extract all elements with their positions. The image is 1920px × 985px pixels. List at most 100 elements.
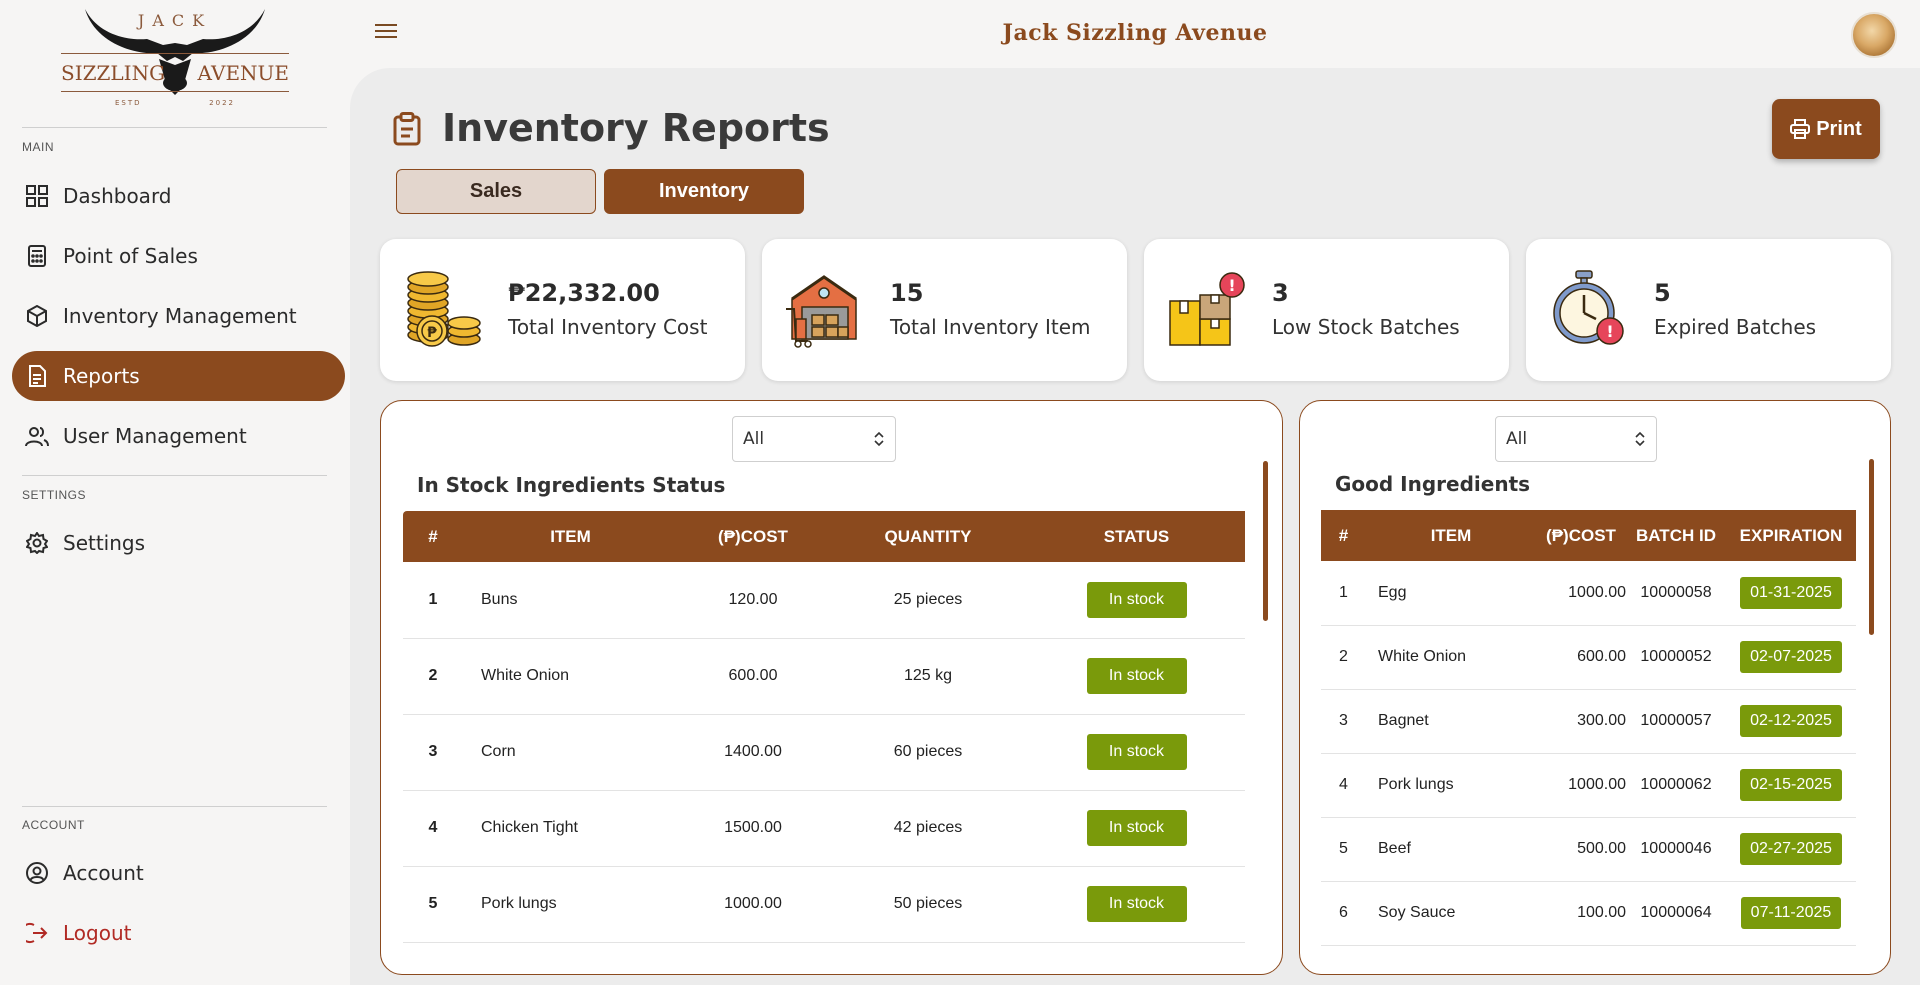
sidebar-item-label: Logout — [63, 921, 132, 945]
column-header[interactable]: QUANTITY — [828, 511, 1028, 562]
logo-left-text: SIZZLING — [61, 61, 166, 85]
sidebar-item-dashboard[interactable]: Dashboard — [12, 171, 345, 221]
batch-id: 10000064 — [1626, 881, 1726, 946]
batch-id: 10000058 — [1626, 561, 1726, 626]
print-button[interactable]: Print — [1772, 99, 1880, 159]
sidebar-item-point-of-sales[interactable]: Point of Sales — [12, 231, 345, 281]
item-name: White Onion — [1366, 625, 1536, 690]
expiration-badge: 02-12-2025 — [1740, 705, 1842, 737]
table-row[interactable]: 6 Soy Sauce 100.00 10000064 07-11-2025 — [1321, 881, 1856, 946]
divider — [22, 127, 327, 128]
grid-icon — [25, 184, 49, 208]
users-icon — [25, 424, 49, 448]
coins-icon: ₱ — [407, 271, 481, 347]
good-ingredients-title: Good Ingredients — [1335, 472, 1531, 496]
select-value: All — [743, 429, 765, 449]
chevron-updown-icon — [1635, 431, 1645, 447]
column-header[interactable]: # — [403, 511, 463, 562]
item-cost: 100.00 — [1536, 881, 1626, 946]
status-badge: In stock — [1086, 734, 1187, 770]
divider — [22, 475, 327, 476]
status-cell: In stock — [1028, 714, 1245, 791]
main-content: Inventory Reports Print Sales Inventory — [350, 68, 1920, 985]
column-header[interactable]: STATUS — [1028, 511, 1245, 562]
table-row[interactable]: 4 Pork lungs 1000.00 10000062 02-15-2025 — [1321, 753, 1856, 818]
item-cost: 1400.00 — [678, 714, 828, 791]
sidebar-item-label: User Management — [63, 424, 247, 448]
batch-id: 10000052 — [1626, 625, 1726, 690]
good-filter-select[interactable]: All — [1495, 416, 1657, 462]
scrollbar[interactable] — [1263, 461, 1268, 621]
table-row[interactable]: 1 Egg 1000.00 10000058 01-31-2025 — [1321, 561, 1856, 626]
app-title: Jack Sizzling Avenue — [1002, 20, 1268, 46]
user-circle-icon — [25, 861, 49, 885]
column-header[interactable]: ITEM — [1366, 510, 1536, 561]
stat-value: 5 — [1654, 279, 1671, 307]
sidebar-item-reports[interactable]: Reports — [12, 351, 345, 401]
scrollbar[interactable] — [1869, 459, 1874, 635]
expiration-badge: 02-15-2025 — [1740, 769, 1842, 801]
item-cost: 1000.00 — [1536, 561, 1626, 626]
column-header[interactable]: # — [1321, 510, 1366, 561]
column-header[interactable]: EXPIRATION — [1726, 510, 1856, 561]
column-header[interactable]: (₱)COST — [1536, 510, 1626, 561]
item-cost: 120.00 — [678, 562, 828, 639]
batch-id: 10000062 — [1626, 753, 1726, 818]
expiration-cell: 02-12-2025 — [1726, 689, 1856, 754]
table-header-row: # ITEM (₱)COST BATCH ID EXPIRATION — [1321, 510, 1856, 561]
cube-icon — [25, 304, 49, 328]
table-row[interactable]: 3 Corn 1400.00 60 pieces In stock — [403, 714, 1245, 791]
item-cost: 600.00 — [678, 638, 828, 715]
brand-logo[interactable]: JACK SIZZLING AVENUE ESTD 2022 — [55, 3, 295, 113]
stat-card-expired: ! 5 Expired Batches — [1526, 239, 1891, 381]
row-number: 5 — [1321, 817, 1366, 882]
item-cost: 600.00 — [1536, 625, 1626, 690]
sidebar-item-user-management[interactable]: User Management — [12, 411, 345, 461]
row-number: 6 — [1321, 881, 1366, 946]
table-row[interactable]: 5 Beef 500.00 10000046 02-27-2025 — [1321, 817, 1856, 882]
item-name: Bagnet — [1366, 689, 1536, 754]
svg-text:!: ! — [1228, 276, 1235, 295]
stat-card-inventory-items: 15 Total Inventory Item — [762, 239, 1127, 381]
table-row[interactable]: 5 Pork lungs 1000.00 50 pieces In stock — [403, 866, 1245, 943]
stat-label: Total Inventory Item — [890, 315, 1091, 339]
tab-inventory[interactable]: Inventory — [604, 169, 804, 214]
section-label-settings: SETTINGS — [22, 488, 87, 502]
column-header[interactable]: (₱)COST — [678, 511, 828, 562]
table-row[interactable]: 3 Bagnet 300.00 10000057 02-12-2025 — [1321, 689, 1856, 754]
table-row[interactable]: 2 White Onion 600.00 10000052 02-07-2025 — [1321, 625, 1856, 690]
expiration-cell: 07-11-2025 — [1726, 881, 1856, 946]
sidebar-item-settings[interactable]: Settings — [12, 518, 345, 568]
sidebar-item-account[interactable]: Account — [12, 848, 345, 898]
select-value: All — [1506, 429, 1528, 449]
item-cost: 300.00 — [1536, 689, 1626, 754]
status-cell: In stock — [1028, 562, 1245, 639]
item-quantity: 60 pieces — [828, 714, 1028, 791]
stat-label: Expired Batches — [1654, 315, 1817, 339]
stat-value: 15 — [890, 279, 924, 307]
table-row[interactable]: 2 White Onion 600.00 125 kg In stock — [403, 638, 1245, 715]
chevron-updown-icon — [874, 431, 884, 447]
batch-id: 10000057 — [1626, 689, 1726, 754]
tab-sales[interactable]: Sales — [396, 169, 596, 214]
batch-id: 10000046 — [1626, 817, 1726, 882]
sidebar-item-label: Inventory Management — [63, 304, 297, 328]
expiration-badge: 02-27-2025 — [1740, 833, 1842, 865]
column-header[interactable]: BATCH ID — [1626, 510, 1726, 561]
item-quantity: 42 pieces — [828, 790, 1028, 867]
sidebar-item-label: Settings — [63, 531, 146, 555]
sidebar-item-inventory-management[interactable]: Inventory Management — [12, 291, 345, 341]
item-name: Beef — [1366, 817, 1536, 882]
status-badge: In stock — [1086, 581, 1187, 618]
column-header[interactable]: ITEM — [463, 511, 678, 562]
status-cell: In stock — [1028, 790, 1245, 867]
sidebar-item-logout[interactable]: Logout — [12, 908, 345, 958]
logo-rule — [61, 53, 289, 54]
table-row[interactable]: 1 Buns 120.00 25 pieces In stock — [403, 562, 1245, 639]
table-row[interactable]: 4 Chicken Tight 1500.00 42 pieces In sto… — [403, 790, 1245, 867]
clipboard-icon — [393, 112, 421, 146]
stat-label: Low Stock Batches — [1272, 315, 1460, 339]
status-cell: In stock — [1028, 866, 1245, 943]
avatar[interactable] — [1851, 12, 1897, 58]
in-stock-filter-select[interactable]: All — [732, 416, 896, 462]
